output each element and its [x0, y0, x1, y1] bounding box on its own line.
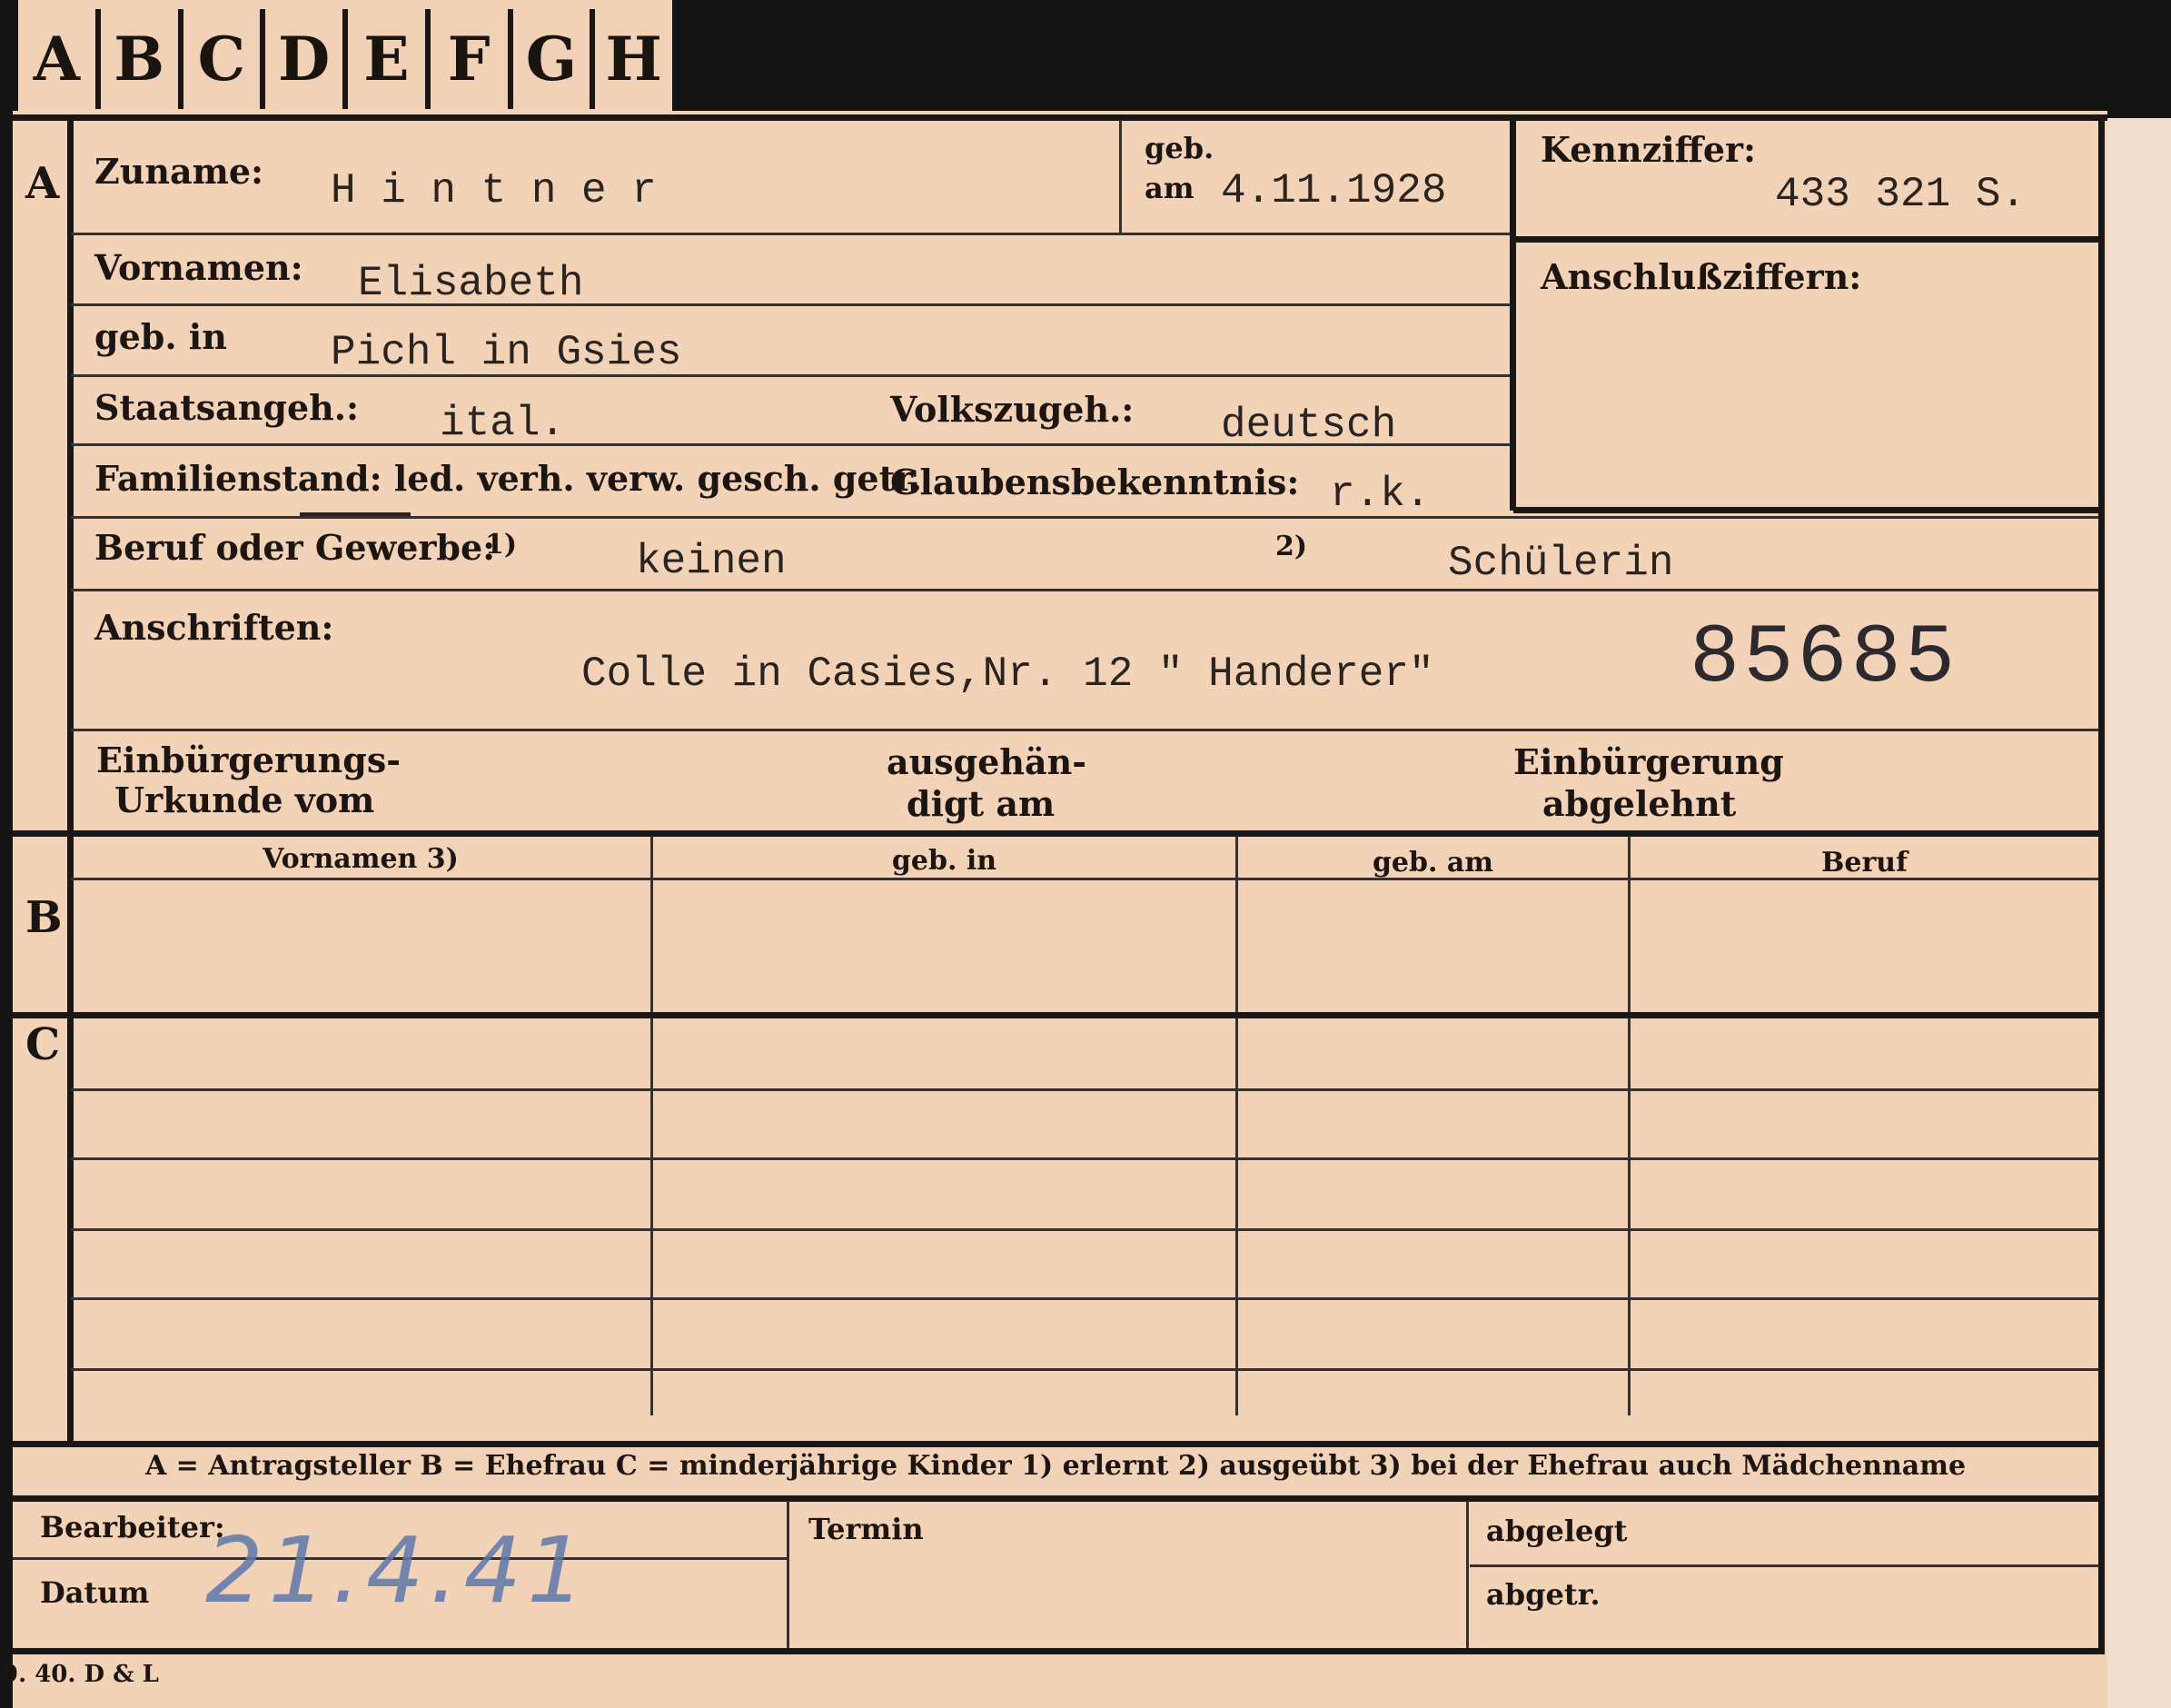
frame-right — [2098, 114, 2105, 1650]
divider-kennziffer — [1510, 114, 1516, 511]
table-c-row-line-1 — [71, 1088, 2098, 1091]
kennziffer-value: 433 321 S. — [1775, 171, 2027, 218]
tab-d[interactable]: D — [260, 9, 342, 109]
row-line-3 — [71, 374, 1510, 377]
register-tabs: A B C D E F G H — [18, 0, 672, 111]
section-b-label: B — [25, 892, 63, 943]
tab-a[interactable]: A — [18, 9, 95, 109]
kennziffer-bottom — [1513, 236, 2098, 243]
row-line-6 — [71, 589, 2098, 591]
geb-in-label: geb. in — [94, 316, 227, 357]
beruf-label: Beruf oder Gewerbe: — [94, 527, 496, 568]
tab-b[interactable]: B — [94, 9, 178, 109]
registration-card: A B C Zuname: H i n t n e r geb. am 4.11… — [2, 111, 2107, 1708]
table-c-row-line-3 — [71, 1228, 2098, 1231]
table-c-row-line-2 — [71, 1157, 2098, 1160]
table-col-divider-3 — [1628, 836, 1631, 1415]
row-line-1 — [71, 233, 1510, 235]
row-line-4 — [71, 443, 1510, 446]
table-b-header-geb-in: geb. in — [891, 845, 997, 877]
section-b-bottom — [13, 1012, 2098, 1018]
table-col-divider-2 — [1235, 836, 1238, 1415]
staatsangeh-value: ital. — [440, 400, 566, 447]
table-b-header-vornamen: Vornamen 3) — [263, 843, 459, 875]
bearbeiter-label: Bearbeiter: — [40, 1510, 225, 1544]
stamp-number: 85685 — [1690, 611, 1959, 706]
beruf-erlernt-value: keinen — [636, 538, 787, 585]
abgetr-label: abgetr. — [1486, 1577, 1601, 1612]
anschrift-value: Colle in Casies,Nr. 12 " Handerer" — [581, 650, 1434, 698]
staatsangeh-label: Staatsangeh.: — [94, 387, 360, 428]
row-line-2 — [71, 303, 1510, 306]
ausgehaendigt-label-2: digt am — [907, 783, 1056, 824]
einbuergerung-abgelehnt-label-1: Einbürgerung — [1513, 741, 1784, 782]
kennziffer-label: Kennziffer: — [1541, 129, 1757, 170]
beruf-marker-2: 2) — [1275, 531, 1308, 562]
geb-in-value: Pichl in Gsies — [331, 329, 682, 376]
section-a-label: A — [25, 158, 60, 209]
section-c-bottom — [13, 1441, 2098, 1447]
am-label: am — [1145, 171, 1195, 205]
table-col-divider-1 — [650, 836, 653, 1415]
footer-divider-2 — [1466, 1501, 1469, 1652]
datum-handwritten: 21.4.41 — [205, 1517, 590, 1624]
row-line-7 — [71, 729, 2098, 731]
table-b-header-geb-am: geb. am — [1372, 847, 1494, 879]
termin-label: Termin — [808, 1512, 924, 1546]
footer-divider-1 — [787, 1501, 789, 1652]
print-code: 9. 40. D & L — [2, 1661, 159, 1688]
section-a-bottom — [13, 830, 2098, 837]
table-c-row-line-4 — [71, 1297, 2098, 1300]
tab-e[interactable]: E — [342, 9, 425, 109]
table-c-row-line-5 — [71, 1368, 2098, 1371]
section-divider-left — [67, 114, 74, 1441]
row-line-5 — [71, 516, 2098, 519]
legend-bottom — [13, 1495, 2098, 1502]
glaubensbekenntnis-value: r.k. — [1330, 471, 1431, 518]
table-b-header-beruf: Beruf — [1821, 847, 1908, 879]
anschriften-label: Anschriften: — [94, 607, 334, 648]
einbuergerung-urkunde-label-1: Einbürgerungs- — [96, 740, 401, 780]
divider-geb — [1119, 120, 1122, 233]
legend-text: A = Antragsteller B = Ehefrau C = minder… — [144, 1450, 1967, 1482]
einbuergerung-abgelehnt-label-2: abgelehnt — [1542, 783, 1737, 824]
geb-label: geb. — [1145, 131, 1214, 165]
abgelegt-label: abgelegt — [1486, 1514, 1628, 1548]
zuname-label: Zuname: — [94, 151, 264, 192]
familienstand-label: Familienstand: led. verh. verw. gesch. g… — [94, 458, 922, 499]
datum-label: Datum — [40, 1575, 150, 1610]
anschlussziffern-label: Anschlußziffern: — [1541, 256, 1862, 297]
ausgehaendigt-label-1: ausgehän- — [887, 741, 1087, 782]
einbuergerung-urkunde-label-2: Urkunde vom — [114, 780, 375, 820]
card-edge-right — [2106, 118, 2171, 1708]
glaubensbekenntnis-label: Glaubensbekenntnis: — [890, 462, 1300, 502]
volkszugeh-label: Volkszugeh.: — [890, 389, 1135, 430]
volkszugeh-value: deutsch — [1221, 402, 1397, 449]
beruf-marker-1: 1) — [485, 529, 518, 561]
geb-am-value: 4.11.1928 — [1221, 167, 1447, 214]
table-b-header-line — [71, 878, 2098, 880]
tab-h[interactable]: H — [590, 9, 672, 109]
vornamen-value: Elisabeth — [358, 260, 584, 307]
footer-line-right — [1470, 1564, 2098, 1567]
frame-top — [13, 114, 2107, 121]
vornamen-label: Vornamen: — [94, 247, 303, 288]
tab-g[interactable]: G — [507, 9, 590, 109]
zuname-value: H i n t n e r — [331, 167, 657, 214]
tab-c[interactable]: C — [177, 9, 261, 109]
section-c-label: C — [25, 1019, 61, 1070]
frame-bottom — [13, 1648, 2105, 1654]
tab-f[interactable]: F — [424, 9, 508, 109]
anschluss-bottom — [1513, 507, 2098, 513]
beruf-ausgeuebt-value: Schülerin — [1448, 540, 1674, 587]
